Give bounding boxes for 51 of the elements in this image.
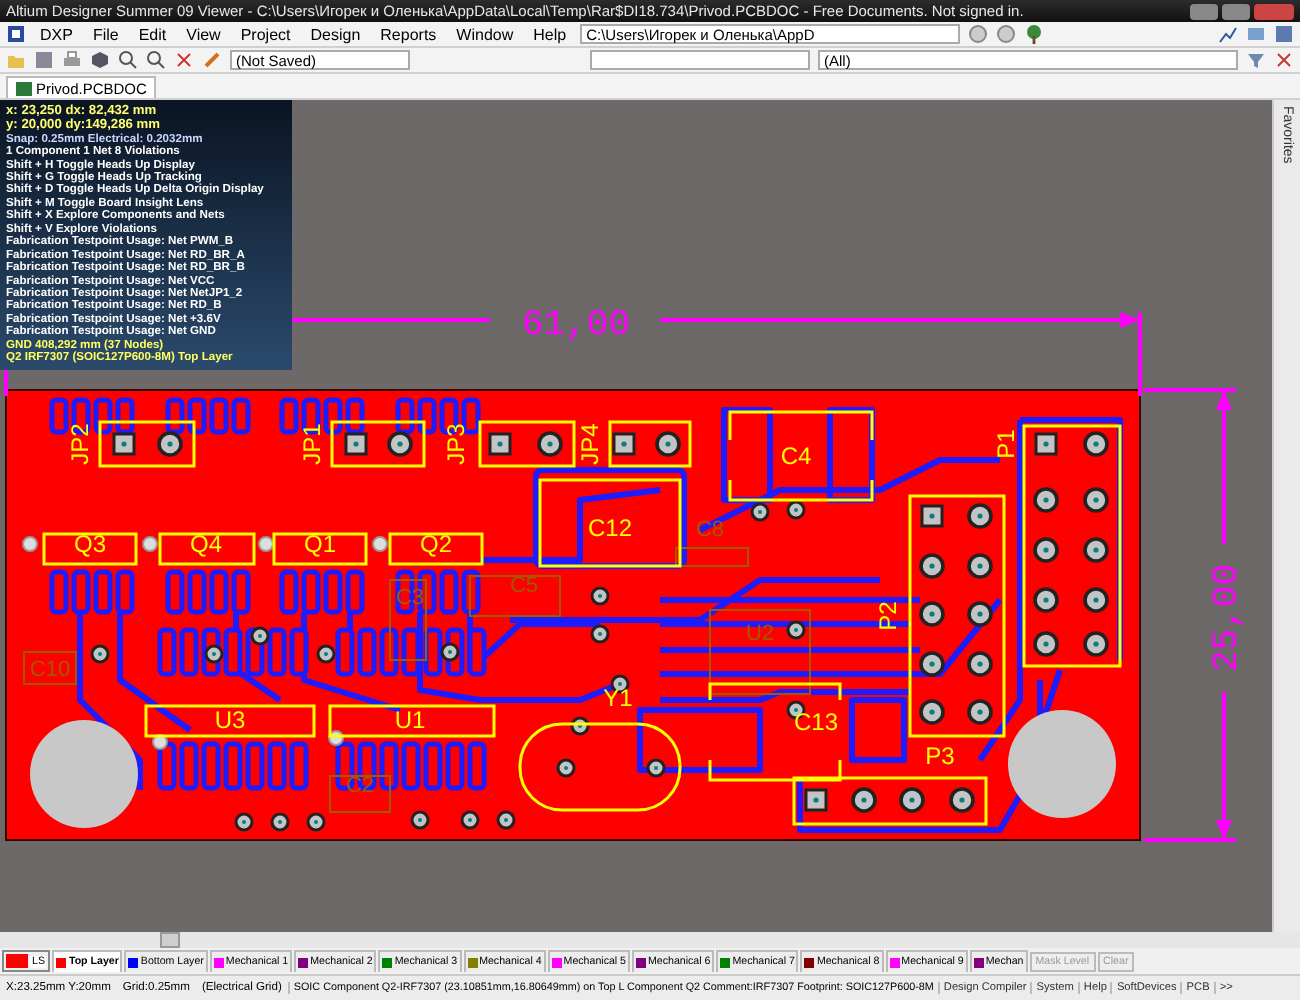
menu-item[interactable]: Window <box>450 25 520 43</box>
pcb-file-icon <box>16 81 32 95</box>
menu-item[interactable]: Edit <box>132 25 173 43</box>
component-designator: P3 <box>925 742 955 770</box>
menu-item[interactable]: Reports <box>374 25 443 43</box>
app-logo-icon[interactable] <box>6 24 26 44</box>
zoom-out-icon[interactable] <box>146 50 166 70</box>
chart-icon[interactable] <box>1218 24 1238 44</box>
cross-icon[interactable] <box>174 50 194 70</box>
component-designator: Q4 <box>190 530 222 558</box>
dimension-label: 61,00 <box>522 306 630 346</box>
component-designator: C12 <box>588 514 632 542</box>
menu-item[interactable]: Help <box>527 25 573 43</box>
component-designator: U1 <box>394 706 426 734</box>
zoom-in-icon[interactable] <box>118 50 138 70</box>
component-designator: Q2 <box>420 530 452 558</box>
clear-filter-icon[interactable] <box>1274 50 1294 70</box>
back-icon[interactable] <box>968 24 989 44</box>
component-designator: P2 <box>874 601 902 631</box>
bottom-designator: C10 <box>29 658 71 682</box>
bottom-designator: C5 <box>509 574 539 598</box>
component-designator: JP1 <box>298 423 326 465</box>
print-icon[interactable] <box>62 50 82 70</box>
component-designator: C4 <box>780 442 812 470</box>
menu-item[interactable]: DXP <box>34 25 79 43</box>
close-button[interactable] <box>1254 3 1294 19</box>
maximize-button[interactable] <box>1222 3 1250 19</box>
component-designator: JP2 <box>66 423 94 465</box>
forward-icon[interactable] <box>996 24 1017 44</box>
pcb-canvas[interactable] <box>0 100 1272 932</box>
component-designator: Y1 <box>603 684 633 712</box>
component-designator: P1 <box>992 429 1020 459</box>
dropdown[interactable] <box>590 50 810 70</box>
menu-item[interactable]: File <box>86 25 125 43</box>
menu-item[interactable]: View <box>180 25 227 43</box>
component-designator: C13 <box>794 708 838 736</box>
component-designator: Q3 <box>74 530 106 558</box>
pencil-icon[interactable] <box>202 50 222 70</box>
component-designator: JP4 <box>576 423 604 465</box>
bottom-designator: C2 <box>345 774 375 798</box>
bottom-designator: U2 <box>745 622 775 646</box>
dimension-label: 25,00 <box>1208 564 1248 672</box>
bottom-designator: C3 <box>395 586 425 610</box>
menu-item[interactable]: Design <box>304 25 367 43</box>
minimize-button[interactable] <box>1190 3 1218 19</box>
menu-item[interactable]: Project <box>234 25 297 43</box>
component-designator: Q1 <box>304 530 336 558</box>
tree-icon[interactable] <box>1024 24 1045 44</box>
horizontal-scrollbar[interactable] <box>0 932 1300 948</box>
component-designator: JP3 <box>442 423 470 465</box>
component-designator: U3 <box>214 706 246 734</box>
